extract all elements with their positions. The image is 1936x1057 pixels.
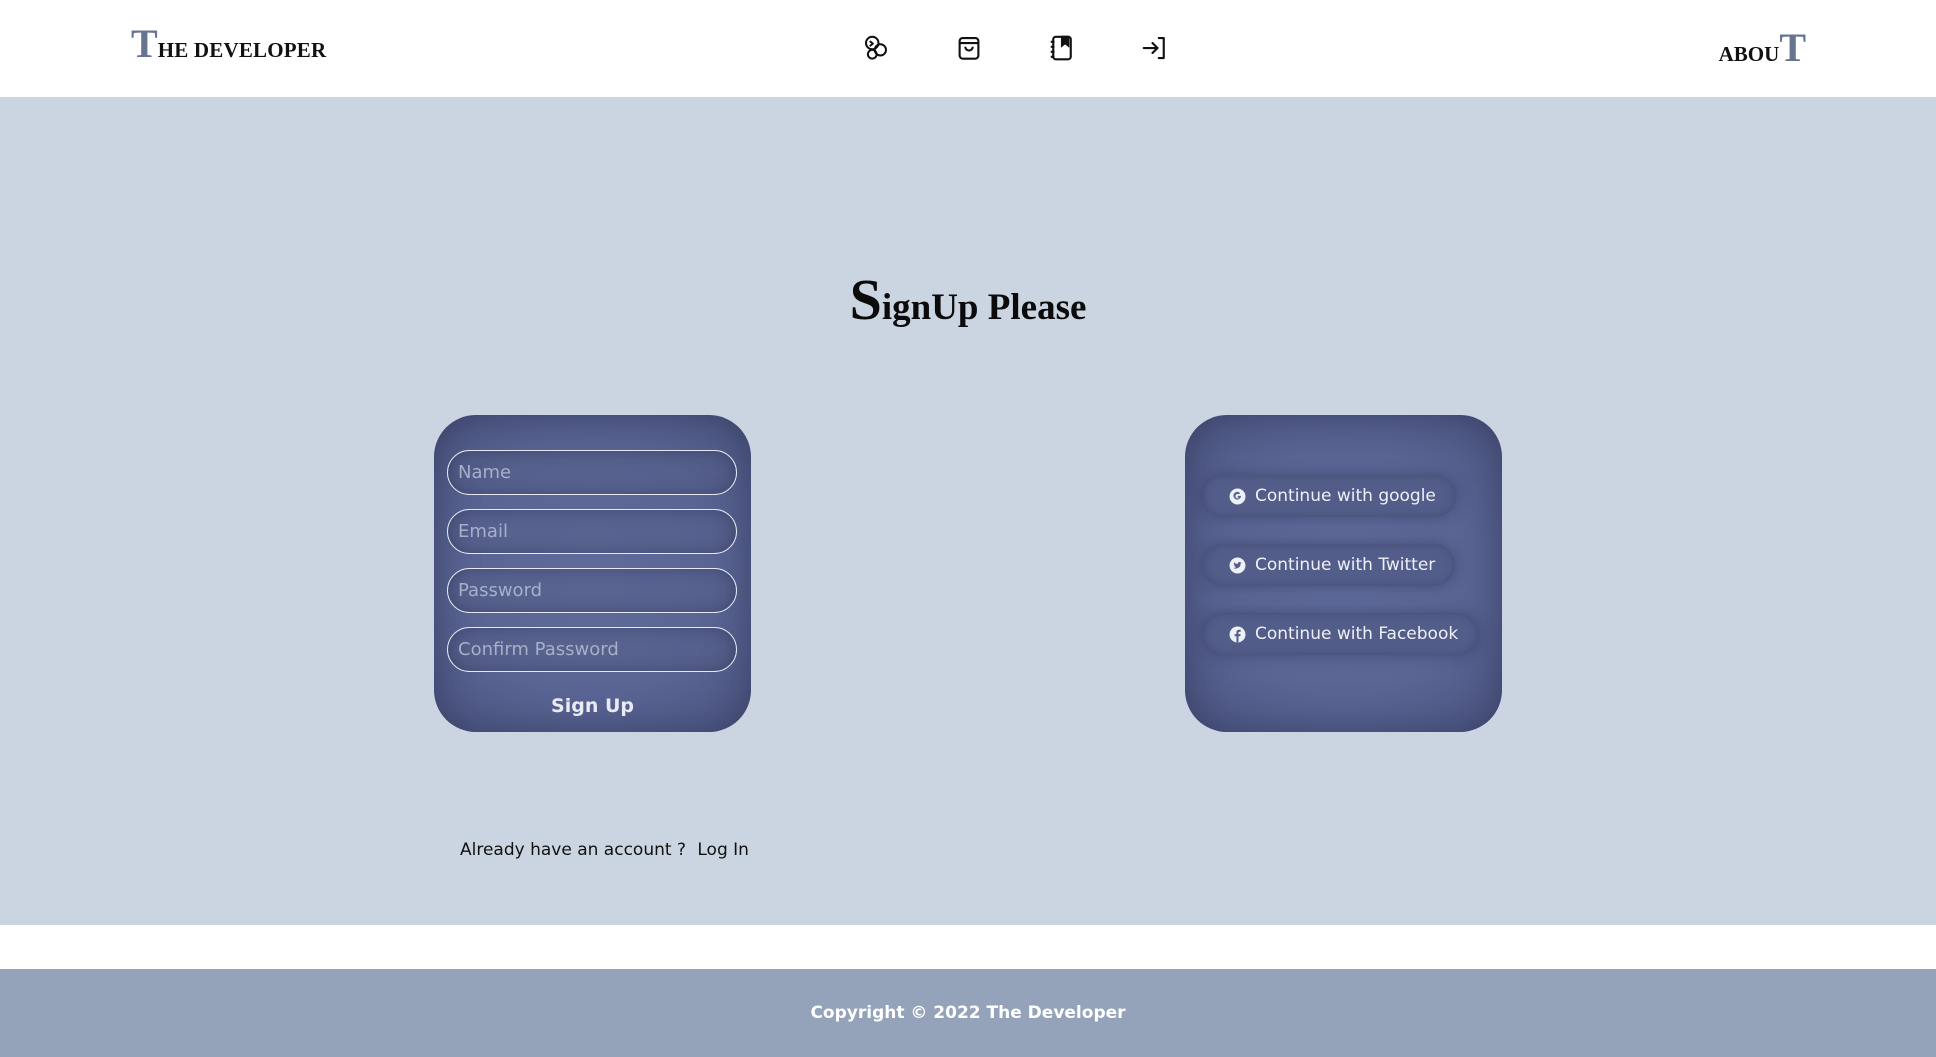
page-title-initial: S bbox=[849, 267, 882, 332]
sign-up-button[interactable]: Sign Up bbox=[434, 691, 751, 721]
continue-with-facebook-button[interactable]: Continue with Facebook bbox=[1203, 613, 1479, 655]
continue-with-google-button[interactable]: Continue with google bbox=[1203, 475, 1456, 517]
twitter-label: Continue with Twitter bbox=[1255, 555, 1436, 575]
notebook-icon[interactable] bbox=[1044, 30, 1080, 66]
signup-form: Sign Up bbox=[434, 415, 751, 732]
facebook-label: Continue with Facebook bbox=[1255, 624, 1459, 644]
twitter-icon bbox=[1229, 557, 1246, 574]
social-login-card: Continue with google Continue with Twitt… bbox=[1185, 415, 1502, 732]
about-label: ABOU bbox=[1718, 42, 1780, 66]
about-link[interactable]: ABOUT bbox=[1719, 24, 1806, 71]
continue-with-twitter-button[interactable]: Continue with Twitter bbox=[1203, 544, 1456, 586]
nav-icon-bar bbox=[858, 30, 1173, 66]
copyright-text: Copyright © 2022 The Developer bbox=[810, 1003, 1126, 1023]
google-icon bbox=[1229, 488, 1246, 505]
log-in-link[interactable]: Log In bbox=[697, 840, 749, 860]
facebook-icon bbox=[1229, 626, 1246, 643]
password-input[interactable] bbox=[447, 568, 737, 613]
footer: Copyright © 2022 The Developer bbox=[0, 969, 1936, 1057]
brand-name: HE DEVELOPER bbox=[157, 38, 327, 62]
main-content: SignUp Please Sign Up Already have an ac… bbox=[0, 97, 1936, 925]
projects-icon[interactable] bbox=[858, 30, 894, 66]
login-prompt-text: Already have an account ? bbox=[460, 840, 686, 860]
brand-initial: T bbox=[131, 21, 158, 66]
confirm-password-input[interactable] bbox=[447, 627, 737, 672]
google-label: Continue with google bbox=[1255, 486, 1436, 506]
brand-logo[interactable]: THE DEVELOPER bbox=[131, 20, 326, 67]
shopping-bag-icon[interactable] bbox=[951, 30, 987, 66]
login-prompt: Already have an account ? Log In bbox=[460, 840, 749, 860]
email-input[interactable] bbox=[447, 509, 737, 554]
page-title-rest: ignUp Please bbox=[881, 287, 1087, 328]
login-icon[interactable] bbox=[1137, 30, 1173, 66]
page-title: SignUp Please bbox=[0, 266, 1936, 333]
top-navbar: THE DEVELOPER ABOUT bbox=[0, 0, 1936, 97]
about-initial: T bbox=[1779, 25, 1806, 70]
name-input[interactable] bbox=[447, 450, 737, 495]
